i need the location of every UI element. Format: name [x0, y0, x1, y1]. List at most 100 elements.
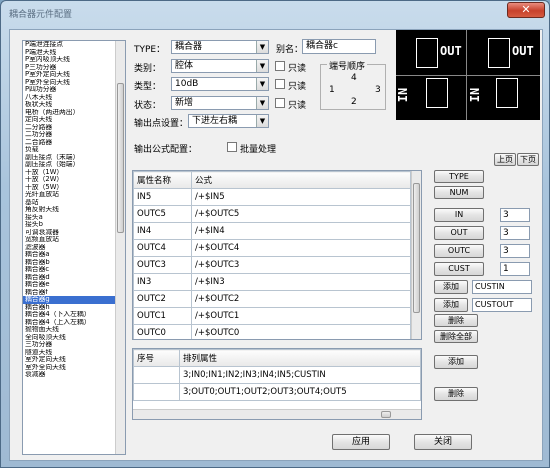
component-list-item[interactable]: 接头b: [23, 221, 125, 229]
formula-cell[interactable]: /+$IN4: [191, 222, 411, 240]
component-list-item[interactable]: 副压接点（末端）: [23, 154, 125, 162]
type-select[interactable]: 耦合器 ▼: [171, 40, 269, 54]
next-page-button[interactable]: 下页: [517, 153, 539, 166]
component-list-item[interactable]: 定向天线: [23, 116, 125, 124]
delete-all-button[interactable]: 删除全部: [434, 330, 478, 343]
formula-cell[interactable]: /+$OUTC1: [191, 307, 411, 325]
readonly-checkbox-3[interactable]: [275, 98, 285, 108]
order-index-cell[interactable]: [133, 383, 180, 401]
formula-cell[interactable]: /+$OUTC2: [191, 290, 411, 308]
component-list-item[interactable]: 电桥（两进两出）: [23, 109, 125, 117]
readonly-checkbox-1[interactable]: [275, 61, 285, 71]
in-button[interactable]: IN: [434, 208, 484, 222]
chevron-down-icon[interactable]: ▼: [256, 60, 268, 72]
formula-cell[interactable]: /+$IN5: [191, 188, 411, 206]
batch-checkbox[interactable]: [227, 142, 237, 152]
component-list-item[interactable]: 耦合器4（下入左耦）: [23, 311, 125, 319]
column-header-formula[interactable]: 公式: [191, 171, 411, 189]
component-list-item[interactable]: 干放（2W）: [23, 176, 125, 184]
attr-name-cell[interactable]: OUTC5: [133, 205, 192, 223]
component-list-scrollbar[interactable]: [115, 41, 125, 454]
title-bar[interactable]: 耦合器元件配置 ✕: [1, 1, 549, 25]
formula-table[interactable]: 属性名称 公式 IN5/+$IN5 OUTC5/+$OUTC5 IN4/+$IN4 O…: [132, 170, 422, 340]
cust-input[interactable]: 1: [500, 262, 530, 276]
component-list-item[interactable]: 角反射天线: [23, 206, 125, 214]
formula-cell[interactable]: /+$OUTC4: [191, 239, 411, 257]
component-list-item[interactable]: 耦合器c: [23, 266, 125, 274]
attr-name-cell[interactable]: IN5: [133, 188, 192, 206]
component-list-item[interactable]: 耦合器d: [23, 274, 125, 282]
component-list-item[interactable]: 隧道天线: [23, 349, 125, 357]
formula-cell[interactable]: /+$OUTC5: [191, 205, 411, 223]
component-list-item[interactable]: 耦合器h: [23, 304, 125, 312]
column-header-attr[interactable]: 属性名称: [133, 171, 192, 189]
formula-cell[interactable]: /+$IN3: [191, 273, 411, 291]
attr-name-cell[interactable]: OUTC4: [133, 239, 192, 257]
table-row[interactable]: IN5/+$IN5: [133, 188, 411, 206]
formula-table-scrollbar[interactable]: [411, 171, 421, 339]
column-header-order[interactable]: 排列属性: [179, 349, 421, 367]
component-list-item[interactable]: P室外全向天线: [23, 79, 125, 87]
delete-attr-button[interactable]: 删除: [434, 314, 478, 327]
table-row[interactable]: OUTC0/+$OUTC0: [133, 324, 411, 339]
attr-name-cell[interactable]: OUTC2: [133, 290, 192, 308]
delete-order-button[interactable]: 删除: [434, 387, 478, 401]
component-list-item[interactable]: 耦合器a: [23, 251, 125, 259]
scroll-thumb[interactable]: [117, 83, 124, 233]
column-header-index[interactable]: 序号: [133, 349, 180, 367]
component-list-item[interactable]: 光纤直放站: [23, 191, 125, 199]
table-row[interactable]: IN3/+$IN3: [133, 273, 411, 291]
model-select[interactable]: 10dB ▼: [171, 77, 269, 91]
apply-button[interactable]: 应用: [332, 434, 390, 450]
cust-button[interactable]: CUST: [434, 262, 484, 276]
attr-name-cell[interactable]: OUTC1: [133, 307, 192, 325]
readonly-checkbox-2[interactable]: [275, 79, 285, 89]
order-table-hscrollbar[interactable]: [133, 409, 421, 419]
component-list-item[interactable]: 耦合器e: [23, 281, 125, 289]
outc-input[interactable]: 3: [500, 244, 530, 258]
component-list-item[interactable]: 耦合器b: [23, 259, 125, 267]
custin-input[interactable]: CUSTIN: [472, 280, 532, 294]
table-row[interactable]: OUTC3/+$OUTC3: [133, 256, 411, 274]
order-attr-cell[interactable]: 3;IN0;IN1;IN2;IN3;IN4;IN5;CUSTIN: [179, 366, 421, 384]
attr-name-cell[interactable]: IN3: [133, 273, 192, 291]
order-attr-cell[interactable]: 3;OUT0;OUT1;OUT2;OUT3;OUT4;OUT5: [179, 383, 421, 401]
component-list-item[interactable]: 基站: [23, 199, 125, 207]
component-list-item[interactable]: 副压接点（始端）: [23, 161, 125, 169]
table-row[interactable]: IN4/+$IN4: [133, 222, 411, 240]
component-list-item[interactable]: 室外全向天线: [23, 364, 125, 372]
add-custout-button[interactable]: 添加: [434, 298, 468, 312]
out-input[interactable]: 3: [500, 226, 530, 240]
component-list-item[interactable]: 干放（5W）: [23, 184, 125, 192]
component-list-item[interactable]: 接头a: [23, 214, 125, 222]
component-list-item[interactable]: 耦合器g: [23, 296, 125, 304]
close-button[interactable]: 关闭: [414, 434, 472, 450]
out-button[interactable]: OUT: [434, 226, 484, 240]
component-list-item[interactable]: 室外定向天线: [23, 356, 125, 364]
custout-input[interactable]: CUSTOUT: [472, 298, 532, 312]
scroll-thumb[interactable]: [413, 183, 420, 313]
scroll-thumb[interactable]: [381, 411, 391, 418]
component-list-item[interactable]: 二功分器: [23, 131, 125, 139]
category-select[interactable]: 腔体 ▼: [171, 59, 269, 73]
table-row[interactable]: 3;IN0;IN1;IN2;IN3;IN4;IN5;CUSTIN: [133, 366, 421, 384]
attr-name-cell[interactable]: IN4: [133, 222, 192, 240]
add-custin-button[interactable]: 添加: [434, 280, 468, 294]
chevron-down-icon[interactable]: ▼: [256, 97, 268, 109]
chevron-down-icon[interactable]: ▼: [256, 115, 268, 127]
component-list-item[interactable]: 抛物面天线: [23, 326, 125, 334]
status-select[interactable]: 新增 ▼: [171, 96, 269, 110]
close-window-button[interactable]: ✕: [507, 2, 545, 18]
chevron-down-icon[interactable]: ▼: [256, 41, 268, 53]
component-list-item[interactable]: 耦合器4（上入左耦）: [23, 319, 125, 327]
table-row[interactable]: 3;OUT0;OUT1;OUT2;OUT3;OUT4;OUT5: [133, 383, 421, 401]
outc-button[interactable]: OUTC: [434, 244, 484, 258]
component-list-item[interactable]: P室外定向天线: [23, 71, 125, 79]
component-list-item[interactable]: 三功分器: [23, 341, 125, 349]
chevron-down-icon[interactable]: ▼: [256, 78, 268, 90]
component-list-item[interactable]: 二分路器: [23, 124, 125, 132]
formula-cell[interactable]: /+$OUTC3: [191, 256, 411, 274]
num-button[interactable]: NUM: [434, 186, 484, 199]
component-list-item[interactable]: 宽频直放站: [23, 236, 125, 244]
component-list-item[interactable]: 可调衰减器: [23, 229, 125, 237]
